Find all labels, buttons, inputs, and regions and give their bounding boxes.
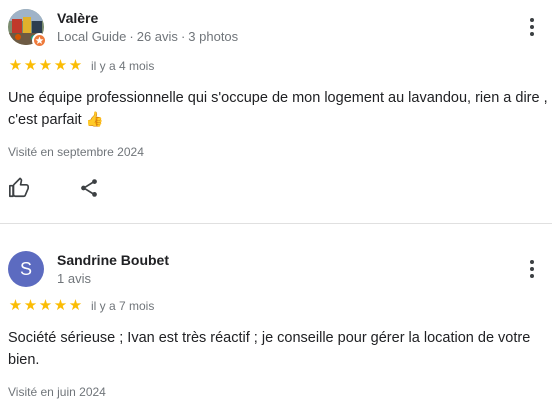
local-guide-badge-icon bbox=[32, 33, 47, 48]
review-text: Société sérieuse ; Ivan est très réactif… bbox=[8, 330, 531, 368]
review-text: Une équipe professionnelle qui s'occupe … bbox=[8, 90, 548, 128]
author-avatar[interactable]: S bbox=[8, 251, 44, 287]
review-date: il y a 7 mois bbox=[91, 299, 155, 313]
visit-date: Visité en juin 2024 bbox=[8, 385, 106, 399]
more-vert-icon bbox=[530, 18, 534, 22]
star-icon: ★ bbox=[8, 297, 23, 314]
more-vert-icon bbox=[530, 260, 534, 264]
star-icon: ★ bbox=[38, 297, 53, 314]
star-icon: ★ bbox=[68, 57, 83, 74]
more-vert-icon-dot bbox=[530, 274, 534, 278]
share-button[interactable] bbox=[78, 177, 100, 204]
star-icon: ★ bbox=[23, 297, 38, 314]
thumbs-up-icon bbox=[9, 177, 29, 198]
star-icon: ★ bbox=[68, 297, 83, 314]
review-card: Valère Local Guide · 26 avis · 3 photos ★ ★ ★ ★… bbox=[0, 0, 552, 224]
visit-date: Visité en septembre 2024 bbox=[8, 145, 144, 159]
review-card: S Sandrine Boubet 1 avis ★ ★ ★ ★ ★ il y a 7 … bbox=[0, 224, 552, 410]
review-date: il y a 4 mois bbox=[91, 59, 155, 73]
like-button[interactable] bbox=[8, 177, 30, 204]
star-icon: ★ bbox=[53, 57, 68, 74]
photo-count: 3 photos bbox=[188, 29, 239, 44]
star-icon: ★ bbox=[53, 297, 68, 314]
share-icon bbox=[81, 179, 97, 197]
star-icon: ★ bbox=[23, 57, 38, 74]
star-rating: ★ ★ ★ ★ ★ bbox=[8, 58, 83, 74]
more-vert-icon-dot bbox=[530, 25, 534, 29]
more-options-button[interactable] bbox=[524, 257, 540, 281]
more-vert-icon-dot bbox=[530, 32, 534, 36]
more-vert-icon-dot bbox=[530, 267, 534, 271]
meta-separator: · bbox=[180, 29, 186, 44]
rating-row: ★ ★ ★ ★ ★ il y a 4 mois bbox=[8, 58, 155, 74]
meta-separator: · bbox=[129, 29, 134, 44]
star-icon: ★ bbox=[8, 57, 23, 74]
author-name[interactable]: Sandrine Boubet bbox=[57, 252, 169, 268]
review-count: 26 avis bbox=[136, 29, 178, 44]
local-guide-label: Local Guide bbox=[57, 29, 127, 44]
rating-row: ★ ★ ★ ★ ★ il y a 7 mois bbox=[8, 298, 155, 314]
star-rating: ★ ★ ★ ★ ★ bbox=[8, 298, 83, 314]
author-meta[interactable]: Local Guide · 26 avis · 3 photos bbox=[57, 29, 238, 44]
star-icon: ★ bbox=[38, 57, 53, 74]
author-avatar[interactable] bbox=[8, 9, 47, 48]
author-name[interactable]: Valère bbox=[57, 10, 98, 26]
review-count[interactable]: 1 avis bbox=[57, 271, 91, 286]
more-options-button[interactable] bbox=[524, 15, 540, 39]
